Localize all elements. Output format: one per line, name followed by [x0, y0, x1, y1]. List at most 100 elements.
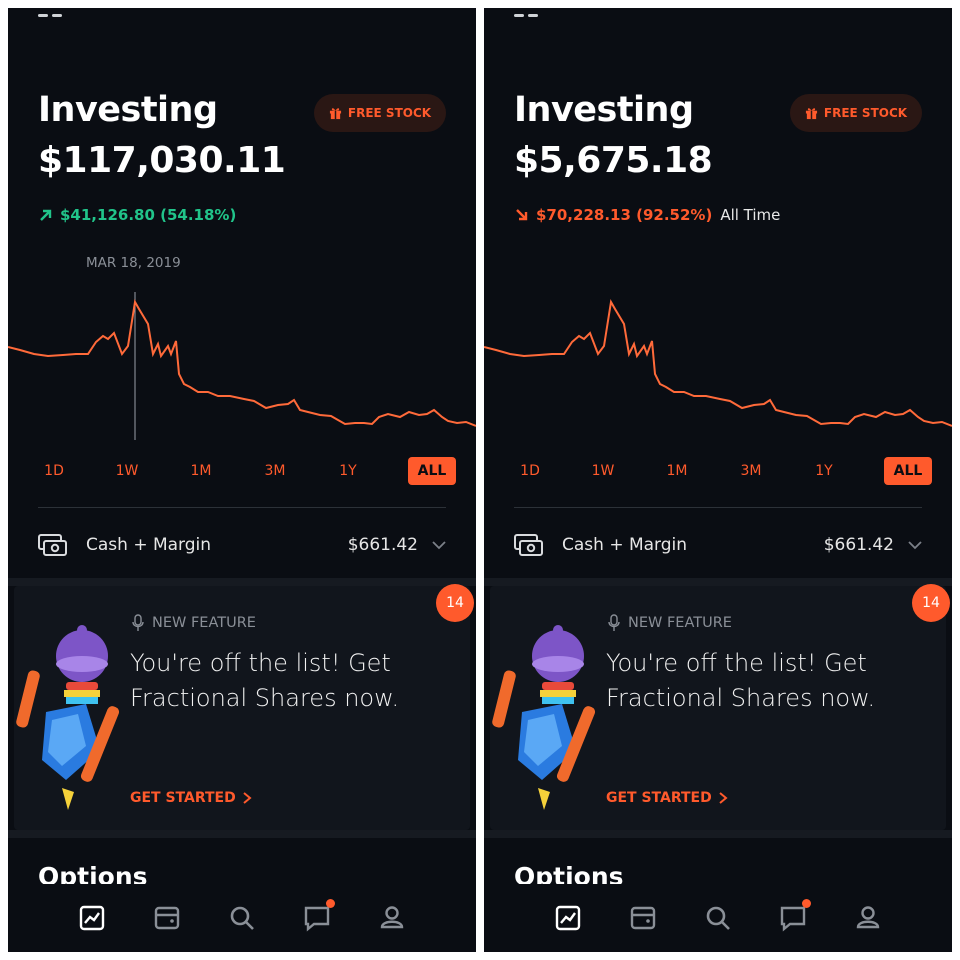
portfolio-change: $41,126.80 (54.18%): [38, 206, 236, 224]
feature-announcement-card[interactable]: 14 NEW FEATURE You're off the list! Get …: [14, 584, 474, 830]
unread-dot: [326, 899, 336, 908]
trend-arrow-icon: [40, 209, 52, 221]
cash-margin-row[interactable]: Cash + Margin $661.42: [38, 528, 446, 562]
bottom-navigation: [8, 884, 476, 952]
portfolio-line-chart[interactable]: [484, 284, 952, 454]
trend-arrow-icon: [516, 209, 528, 221]
free-stock-button[interactable]: FREE STOCK: [790, 94, 922, 132]
portfolio-value: $117,030.11: [38, 140, 286, 181]
nav-messages-button[interactable]: [301, 899, 336, 934]
range-1d[interactable]: 1D: [34, 457, 74, 485]
portfolio-value: $5,675.18: [514, 140, 713, 181]
cash-label: Cash + Margin: [562, 535, 688, 555]
chevron-right-icon: [719, 792, 728, 804]
notification-count-badge: 14: [912, 584, 950, 622]
chevron-right-icon: [243, 792, 252, 804]
search-icon: [230, 906, 254, 930]
unread-dot: [802, 899, 812, 908]
range-1w[interactable]: 1W: [583, 457, 623, 485]
change-period: All Time: [720, 206, 781, 224]
cash-value: $661.42: [823, 535, 894, 555]
wallet-icon: [154, 906, 179, 930]
bottom-navigation: [484, 884, 952, 952]
feature-tag: NEW FEATURE: [608, 614, 732, 632]
portfolio-screen-right: Investing $5,675.18 FREE STOCK $70,228.1…: [484, 8, 952, 952]
nav-wallet-button[interactable]: [151, 902, 183, 934]
feature-announcement-card[interactable]: 14 NEW FEATURE You're off the list! Get …: [490, 584, 950, 830]
microphone-icon: [608, 614, 620, 631]
range-1y[interactable]: 1Y: [328, 457, 368, 485]
feature-tag: NEW FEATURE: [132, 614, 256, 632]
search-icon: [706, 906, 730, 930]
feature-tag-label: NEW FEATURE: [628, 615, 732, 631]
portfolio-screen-left: Investing $117,030.11 FREE STOCK $41,126…: [8, 8, 476, 952]
free-stock-button[interactable]: FREE STOCK: [314, 94, 446, 132]
portfolio-line-chart[interactable]: [8, 284, 476, 454]
chart-icon: [555, 905, 580, 931]
nav-chart-button[interactable]: [552, 902, 584, 934]
section-separator: [8, 830, 476, 838]
rocket-illustration: [16, 625, 120, 810]
get-started-label: GET STARTED: [606, 790, 712, 806]
options-section-heading: Options: [514, 862, 624, 884]
microphone-icon: [132, 614, 144, 631]
wallet-icon: [630, 906, 655, 930]
nav-wallet-button[interactable]: [627, 902, 659, 934]
chart-icon: [79, 905, 104, 931]
range-1w[interactable]: 1W: [107, 457, 147, 485]
get-started-link[interactable]: GET STARTED: [606, 790, 728, 806]
page-title: Investing: [38, 90, 218, 130]
nav-search-button[interactable]: [226, 902, 258, 934]
cash-margin-row[interactable]: Cash + Margin $661.42: [514, 528, 922, 562]
free-stock-label: FREE STOCK: [823, 106, 908, 120]
feature-headline: You're off the list! Get Fractional Shar…: [130, 649, 400, 712]
free-stock-label: FREE STOCK: [347, 106, 432, 120]
portfolio-line: [484, 299, 952, 427]
notification-count-badge: 14: [436, 584, 474, 622]
feature-headline: You're off the list! Get Fractional Shar…: [606, 649, 876, 712]
nav-account-button[interactable]: [852, 902, 884, 934]
time-range-selector: 1D 1W 1M 3M 1Y ALL: [510, 457, 932, 485]
section-separator: [8, 578, 476, 586]
gift-icon: [805, 107, 817, 119]
range-all[interactable]: ALL: [408, 457, 456, 485]
portfolio-change: $70,228.13 (92.52%) All Time: [514, 206, 780, 224]
divider: [38, 507, 446, 508]
time-range-selector: 1D 1W 1M 3M 1Y ALL: [34, 457, 456, 485]
chart-hover-date: MAR 18, 2019: [86, 255, 181, 271]
nav-messages-button[interactable]: [777, 899, 812, 934]
rocket-illustration: [492, 625, 596, 810]
cash-value: $661.42: [347, 535, 418, 555]
nav-account-button[interactable]: [376, 902, 408, 934]
cash-icon: [38, 534, 67, 556]
range-all[interactable]: ALL: [884, 457, 932, 485]
status-bar: [514, 8, 574, 17]
section-separator: [484, 578, 952, 586]
cash-icon: [514, 534, 543, 556]
status-bar: [38, 8, 98, 17]
divider: [514, 507, 922, 508]
range-3m[interactable]: 3M: [255, 457, 295, 485]
range-1y[interactable]: 1Y: [804, 457, 844, 485]
account-icon: [381, 906, 404, 929]
get-started-label: GET STARTED: [130, 790, 236, 806]
range-3m[interactable]: 3M: [731, 457, 771, 485]
options-section-heading: Options: [38, 862, 148, 884]
section-separator: [484, 830, 952, 838]
cash-label: Cash + Margin: [86, 535, 212, 555]
page-title: Investing: [514, 90, 694, 130]
portfolio-line: [8, 299, 476, 427]
range-1d[interactable]: 1D: [510, 457, 550, 485]
chevron-down-icon: [908, 541, 922, 550]
nav-search-button[interactable]: [702, 902, 734, 934]
range-1m[interactable]: 1M: [657, 457, 697, 485]
get-started-link[interactable]: GET STARTED: [130, 790, 252, 806]
gift-icon: [329, 107, 341, 119]
chevron-down-icon: [432, 541, 446, 550]
change-amount: $41,126.80 (54.18%): [60, 206, 237, 224]
feature-tag-label: NEW FEATURE: [152, 615, 256, 631]
nav-chart-button[interactable]: [76, 902, 108, 934]
change-amount: $70,228.13 (92.52%): [536, 206, 713, 224]
account-icon: [857, 906, 880, 929]
range-1m[interactable]: 1M: [181, 457, 221, 485]
